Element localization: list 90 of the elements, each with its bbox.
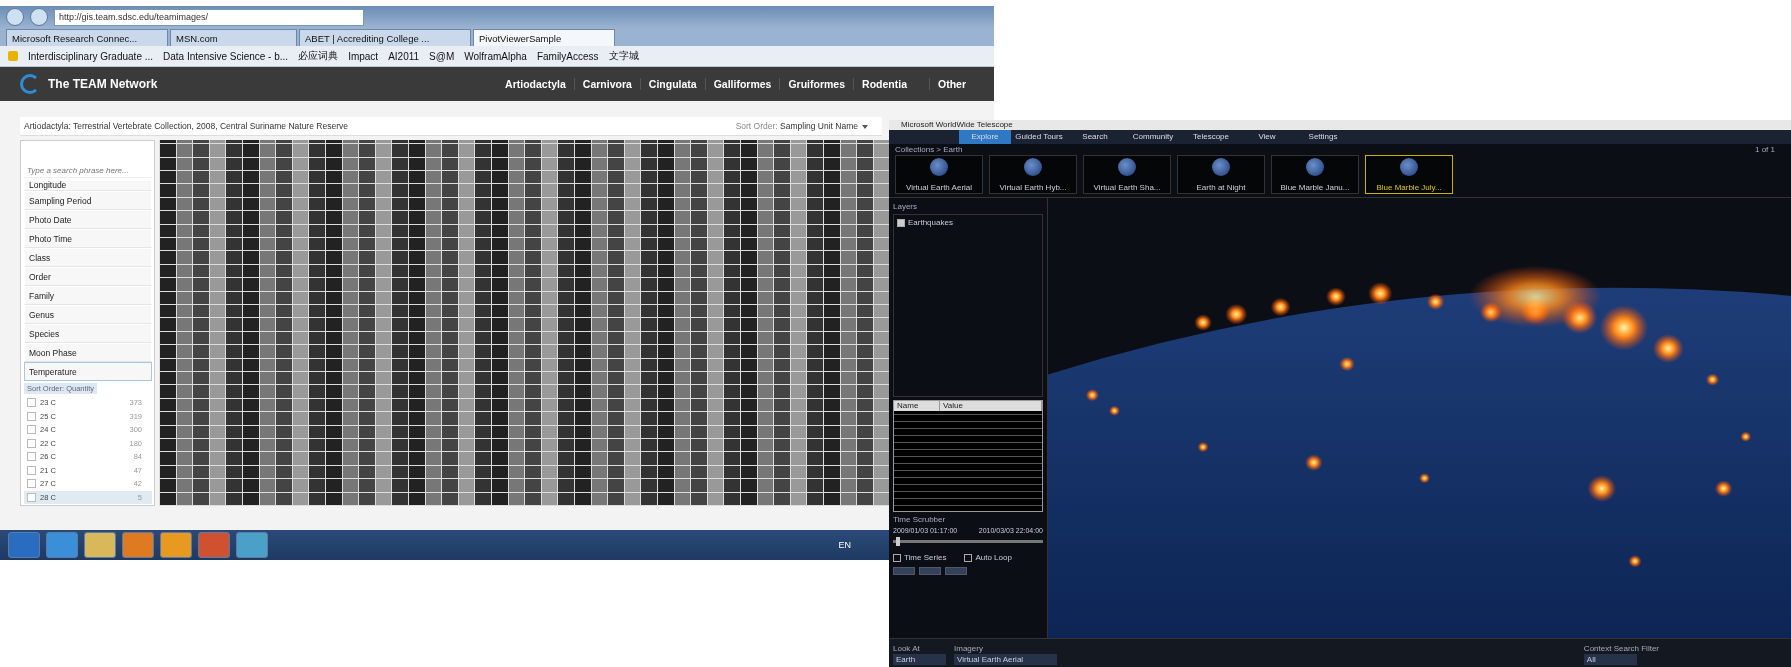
panel-button[interactable] (945, 567, 967, 576)
browser-tab[interactable]: ABET | Accrediting College ... (299, 29, 471, 46)
nav-link[interactable]: Cingulata (639, 78, 705, 90)
checkbox[interactable] (27, 438, 36, 448)
earth-icon (1118, 158, 1136, 177)
imagery-thumbnail[interactable]: Earth at Night (1177, 155, 1265, 195)
language-indicator[interactable]: EN (838, 540, 851, 550)
facet-header[interactable]: Longitude (24, 180, 152, 191)
browser-tab[interactable]: Microsoft Research Connec... (6, 29, 168, 46)
column-header: Name (894, 401, 940, 412)
imagery-dropdown[interactable]: Virtual Earth Aerial (954, 654, 1057, 665)
earth-icon (1306, 158, 1324, 177)
context-filter-label: Context Search Filter (1583, 644, 1659, 653)
menu-tab[interactable]: Explore (959, 130, 1011, 144)
favorite-link[interactable]: 必应词典 (298, 49, 339, 63)
column-header: Value (940, 401, 1042, 412)
imagery-thumbnail[interactable]: Blue Marble Janu... (1271, 155, 1359, 195)
facet-header[interactable]: Class (24, 248, 152, 267)
collection-path[interactable]: Collections > Earth (895, 144, 963, 154)
option-checkbox[interactable]: Auto Loop (964, 553, 1012, 563)
checkbox[interactable] (27, 411, 36, 421)
time-slider[interactable] (893, 540, 1043, 544)
slider-thumb[interactable] (896, 537, 900, 547)
menu-tab[interactable]: Settings (1295, 130, 1351, 144)
menu-tab[interactable]: View (1239, 130, 1295, 144)
nav-link[interactable]: Artiodactyla (497, 78, 574, 90)
facet-header[interactable]: Genus (24, 305, 152, 324)
panel-button[interactable] (919, 567, 941, 576)
checkbox[interactable] (27, 425, 36, 435)
scrubber-title: Time Scrubber (893, 515, 947, 525)
facet-header[interactable]: Sampling Period (24, 191, 152, 210)
nav-link[interactable]: Other (929, 78, 974, 90)
favorite-link[interactable]: Interdisciplinary Graduate ... (28, 50, 154, 62)
look-at-label: Look At (893, 644, 921, 653)
menu-tab[interactable]: Guided Tours (1011, 130, 1067, 144)
earth-icon (1024, 158, 1042, 177)
imagery-thumbnail[interactable]: Virtual Earth Aerial (895, 155, 983, 195)
favorite-link[interactable]: AI2011 (388, 50, 420, 62)
checkbox[interactable] (27, 398, 36, 408)
facet-header[interactable]: Order (24, 267, 152, 286)
favorite-link[interactable]: Data Intensive Science - b... (163, 50, 289, 62)
caret-icon (862, 124, 868, 129)
imagery-thumbnail[interactable]: Virtual Earth Hyb... (989, 155, 1077, 195)
menu-tab[interactable]: Telescope (1183, 130, 1239, 144)
look-at-dropdown[interactable]: Earth (893, 654, 946, 665)
context-filter-dropdown[interactable]: All (1583, 654, 1637, 665)
facet-header[interactable]: Photo Date (24, 210, 152, 229)
checkbox[interactable] (27, 452, 36, 462)
sort-dropdown[interactable]: Sort Order: Sampling Unit Name (735, 121, 868, 131)
checkbox[interactable] (27, 479, 36, 489)
checkbox[interactable] (27, 465, 36, 475)
facet-header[interactable]: Species (24, 324, 152, 343)
layer-item[interactable]: Earthquakes (897, 218, 1039, 228)
panel-button[interactable] (893, 567, 915, 576)
facet-header[interactable]: Moon Phase (24, 343, 152, 362)
back-icon[interactable] (6, 8, 24, 26)
page-indicator: 1 of 1 (1755, 144, 1775, 154)
nav-link[interactable]: Gruiformes (779, 78, 854, 90)
favorite-link[interactable]: FamilyAccess (536, 50, 599, 62)
forward-icon[interactable] (30, 8, 48, 26)
checkbox[interactable] (964, 553, 973, 562)
checkbox[interactable] (897, 218, 905, 227)
nav-link[interactable]: Rodentia (853, 78, 915, 90)
menu-tab[interactable]: Search (1067, 130, 1123, 144)
address-field[interactable]: http://gis.team.sdsc.edu/teamimages/ (54, 8, 364, 26)
window-title: Microsoft WorldWide Telescope (889, 120, 1791, 130)
facet-header[interactable]: Photo Time (24, 229, 152, 248)
facet-header[interactable]: Temperature (24, 362, 152, 381)
earth-icon (930, 158, 948, 177)
browser-tab[interactable]: MSN.com (170, 29, 297, 46)
site-title: The TEAM Network (48, 77, 159, 91)
earth-icon (1400, 158, 1418, 177)
favorite-link[interactable]: S@M (429, 50, 455, 62)
menu-tab[interactable]: Community (1123, 130, 1183, 144)
imagery-label: Imagery (954, 644, 984, 653)
browser-tab[interactable]: PivotViewerSample (473, 29, 615, 46)
facet-header[interactable]: Family (24, 286, 152, 305)
checkbox[interactable] (27, 492, 36, 502)
nav-link[interactable]: Carnivora (573, 78, 640, 90)
favorite-link[interactable]: Impact (348, 50, 379, 62)
layers-title: Layers (893, 202, 918, 212)
favorite-link[interactable]: WolframAlpha (464, 50, 527, 62)
nav-link[interactable]: Galliformes (704, 78, 780, 90)
checkbox[interactable] (893, 553, 901, 562)
imagery-thumbnail[interactable]: Virtual Earth Sha... (1083, 155, 1171, 195)
imagery-thumbnail[interactable]: Blue Marble July... (1365, 155, 1453, 195)
favorite-link[interactable]: 文字城 (608, 49, 639, 63)
earth-icon (1212, 158, 1230, 177)
collection-title: Artiodactyla: Terrestrial Vertebrate Collection, 2008, Central Suriname Nature Reserve (24, 121, 349, 131)
option-checkbox[interactable]: Time Series (893, 553, 947, 563)
